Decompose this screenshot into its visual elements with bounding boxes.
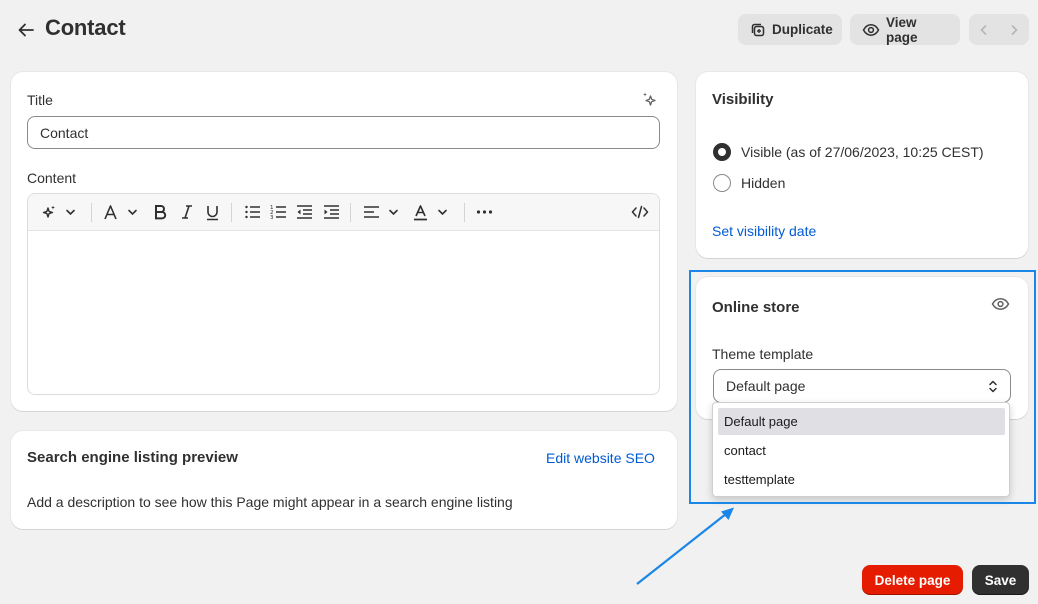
numbered-list-icon: 123: [270, 204, 287, 220]
rich-text-editor: 123: [27, 193, 660, 395]
outdent-button[interactable]: [296, 202, 313, 222]
title-label: Title: [27, 92, 53, 108]
hidden-radio-option[interactable]: Hidden: [713, 174, 785, 192]
code-icon: [631, 205, 649, 219]
toolbar-divider: [91, 203, 92, 222]
ai-generate-button[interactable]: [40, 202, 76, 222]
bullet-list-button[interactable]: [244, 202, 261, 222]
view-page-button[interactable]: View page: [850, 14, 960, 45]
set-visibility-date-link[interactable]: Set visibility date: [712, 223, 816, 239]
align-left-icon: [363, 204, 380, 220]
seo-card: [11, 431, 677, 529]
text-color-button[interactable]: [412, 202, 448, 222]
seo-heading: Search engine listing preview: [27, 449, 238, 466]
edit-website-seo-link[interactable]: Edit website SEO: [546, 450, 655, 466]
show-html-button[interactable]: [631, 202, 649, 222]
font-format-icon: [102, 204, 119, 221]
indent-icon: [323, 204, 340, 220]
numbered-list-button[interactable]: 123: [270, 202, 287, 222]
indent-button[interactable]: [323, 202, 340, 222]
chevron-left-icon: [978, 24, 990, 36]
italic-button[interactable]: [180, 202, 194, 222]
seo-description: Add a description to see how this Page m…: [27, 494, 513, 510]
chevron-down-icon: [127, 207, 138, 218]
visible-radio[interactable]: [713, 143, 731, 161]
toolbar-divider: [350, 203, 351, 222]
duplicate-label: Duplicate: [772, 22, 833, 37]
title-input[interactable]: Contact: [27, 116, 660, 149]
visibility-heading: Visibility: [712, 91, 774, 108]
toolbar-divider: [464, 203, 465, 222]
underline-button[interactable]: [205, 202, 220, 222]
chevron-down-icon: [388, 207, 399, 218]
annotation-arrow: [636, 507, 734, 585]
visible-radio-label: Visible (as of 27/06/2023, 10:25 CEST): [741, 144, 984, 160]
annotation-highlight-box: [689, 270, 1036, 504]
bullet-list-icon: [244, 204, 261, 220]
chevron-down-icon: [65, 207, 76, 218]
content-label: Content: [27, 170, 77, 186]
hidden-radio-label: Hidden: [741, 175, 786, 191]
previous-page-button[interactable]: [969, 14, 999, 45]
more-options-button[interactable]: [476, 202, 493, 222]
more-horizontal-icon: [476, 209, 493, 215]
pagination: [969, 14, 1029, 45]
back-arrow-icon[interactable]: [14, 18, 38, 42]
title-input-value: Contact: [40, 124, 89, 141]
visible-radio-option[interactable]: Visible (as of 27/06/2023, 10:25 CEST): [713, 143, 984, 161]
svg-text:3: 3: [270, 215, 274, 220]
bold-button[interactable]: [153, 202, 167, 222]
italic-icon: [180, 204, 194, 220]
toolbar-divider: [231, 203, 232, 222]
text-align-button[interactable]: [363, 202, 399, 222]
magic-sparkle-icon[interactable]: [641, 91, 658, 108]
text-color-icon: [412, 204, 429, 221]
view-page-label: View page: [886, 14, 918, 45]
bold-icon: [153, 204, 167, 220]
eye-icon: [862, 22, 880, 38]
sparkle-icon: [40, 204, 57, 221]
editor-content-area[interactable]: [28, 231, 659, 394]
text-format-button[interactable]: [102, 202, 138, 222]
next-page-button[interactable]: [999, 14, 1029, 45]
duplicate-icon: [750, 22, 766, 38]
outdent-icon: [296, 204, 313, 220]
page-title: Contact: [45, 15, 126, 40]
chevron-down-icon: [437, 207, 448, 218]
underline-icon: [205, 204, 220, 221]
duplicate-button[interactable]: Duplicate: [738, 14, 842, 45]
hidden-radio[interactable]: [713, 174, 731, 192]
editor-toolbar: 123: [28, 194, 659, 231]
chevron-right-icon: [1008, 24, 1020, 36]
delete-page-button[interactable]: Delete page: [862, 565, 963, 595]
save-button[interactable]: Save: [972, 565, 1029, 595]
